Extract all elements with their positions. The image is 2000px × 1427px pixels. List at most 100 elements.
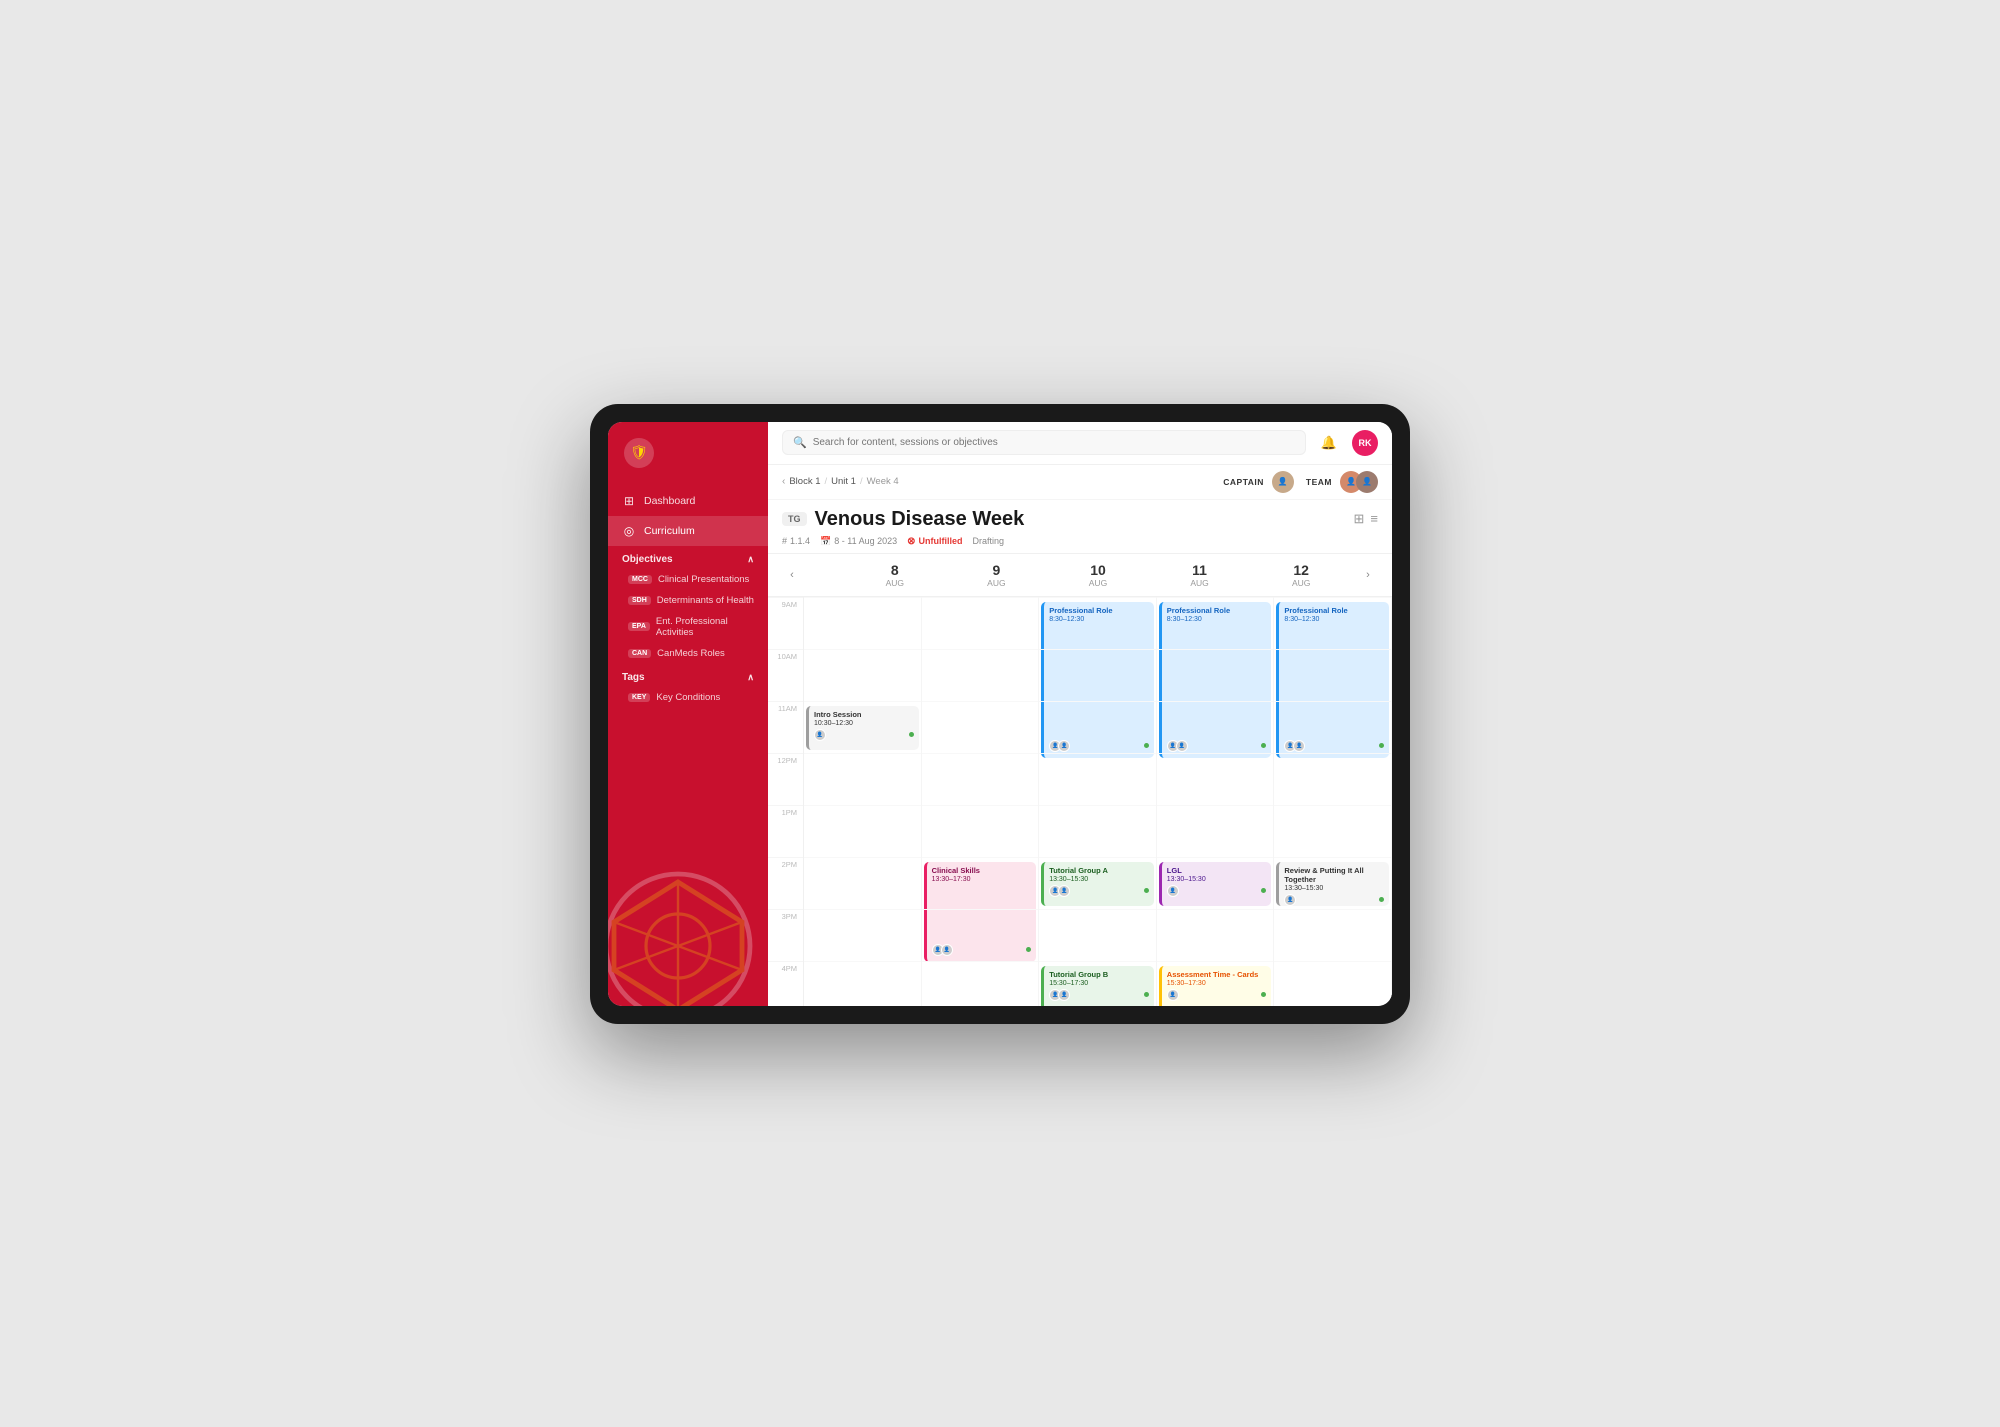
event-avatars: 👤 👤 xyxy=(1049,989,1067,1001)
hash-tag: # 1.1.4 xyxy=(782,536,810,546)
event-tutorial-a[interactable]: Tutorial Group A 13:30–15:30 👤 👤 xyxy=(1041,862,1154,906)
day-col-12: Professional Role 8:30–12:30 👤 👤 xyxy=(1274,597,1392,1006)
sidebar-item-professional-activities[interactable]: EPA Ent. Professional Activities xyxy=(608,611,768,643)
key-tag: KEY xyxy=(628,693,650,702)
event-lgl[interactable]: LGL 13:30–15:30 👤 xyxy=(1159,862,1272,906)
event-footer: 👤 xyxy=(1167,885,1267,897)
slot-7: Assessment Time - Cards 15:30–17:30 👤 xyxy=(1157,961,1274,1006)
collapse-icon[interactable]: ∧ xyxy=(747,554,754,565)
event-dot xyxy=(1379,897,1384,902)
event-time: 8:30–12:30 xyxy=(1049,616,1149,623)
time-9am: 9AM xyxy=(768,597,803,649)
search-icon: 🔍 xyxy=(793,436,807,449)
event-footer: 👤 xyxy=(1167,989,1267,1001)
slot-3 xyxy=(1039,753,1156,805)
cal-day-11: 11 AUG xyxy=(1149,560,1251,590)
event-dot xyxy=(909,732,914,737)
slot-2 xyxy=(922,701,1039,753)
curriculum-icon: ◎ xyxy=(622,524,636,538)
event-title: Professional Role xyxy=(1049,606,1149,615)
event-review[interactable]: Review & Putting It All Together 13:30–1… xyxy=(1276,862,1389,906)
cal-days-body: Intro Session 10:30–12:30 👤 xyxy=(804,597,1392,1006)
captain-label: CAPTAIN xyxy=(1223,477,1264,487)
slot-5: Clinical Skills 13:30–17:30 👤 👤 xyxy=(922,857,1039,909)
avatar-1: 👤 xyxy=(1167,885,1179,897)
event-footer: 👤 👤 xyxy=(1049,885,1149,897)
tags-collapse-icon[interactable]: ∧ xyxy=(747,672,754,683)
grid-view-button[interactable]: ⊞ xyxy=(1354,511,1365,527)
slot-4 xyxy=(1157,805,1274,857)
slot-2 xyxy=(1157,701,1274,753)
time-3pm: 3PM xyxy=(768,909,803,961)
page-title-row: TG Venous Disease Week xyxy=(782,508,1024,531)
sidebar-item-clinical-presentations[interactable]: MCC Clinical Presentations xyxy=(608,569,768,590)
search-input[interactable] xyxy=(813,437,1295,448)
slot-1 xyxy=(922,649,1039,701)
event-tutorial-b[interactable]: Tutorial Group B 15:30–17:30 👤 👤 xyxy=(1041,966,1154,1006)
objectives-label: Objectives xyxy=(622,554,673,565)
cal-day-12: 12 AUG xyxy=(1250,560,1352,590)
team-avatars: 👤 👤 xyxy=(1340,471,1378,493)
unfulfilled-badge[interactable]: ⊗ Unfulfilled xyxy=(907,536,962,547)
cal-day-label: AUG xyxy=(948,578,1046,588)
sidebar-item-curriculum[interactable]: ◎ Curriculum xyxy=(608,516,768,546)
time-11am: 11AM xyxy=(768,701,803,753)
breadcrumb-back-icon[interactable]: ‹ xyxy=(782,476,785,487)
slot-2 xyxy=(1274,701,1391,753)
breadcrumb-bar: ‹ Block 1 / Unit 1 / Week 4 CAPTAIN 👤 TE… xyxy=(768,465,1392,500)
page-title: Venous Disease Week xyxy=(815,508,1025,531)
event-title: Intro Session xyxy=(814,710,914,719)
time-4pm: 4PM xyxy=(768,961,803,1006)
avatar-1: 👤 xyxy=(814,729,826,741)
cal-day-num: 11 xyxy=(1151,562,1249,578)
event-title: LGL xyxy=(1167,866,1267,875)
list-view-button[interactable]: ≡ xyxy=(1370,511,1378,527)
sidebar-item-key-conditions[interactable]: KEY Key Conditions xyxy=(608,687,768,708)
cal-day-num: 8 xyxy=(846,562,944,578)
tablet-device: 🛡 ⊞ Dashboard ◎ Curriculum Objectives ∧ … xyxy=(590,404,1410,1024)
slot-1 xyxy=(804,649,921,701)
user-avatar[interactable]: RK xyxy=(1352,430,1378,456)
avatar-2: 👤 xyxy=(1058,885,1070,897)
cal-prev-button[interactable]: ‹ xyxy=(782,565,802,585)
can-tag: CAN xyxy=(628,649,651,658)
slot-7 xyxy=(1274,961,1391,1006)
slot-7: Tutorial Group B 15:30–17:30 👤 👤 xyxy=(1039,961,1156,1006)
cal-day-label: AUG xyxy=(1151,578,1249,588)
cal-days-header: 8 AUG 9 AUG 10 AUG 11 AU xyxy=(808,560,1352,590)
slot-0 xyxy=(804,597,921,649)
breadcrumb-block[interactable]: Block 1 xyxy=(789,476,820,487)
cal-day-num: 10 xyxy=(1049,562,1147,578)
event-time: 13:30–15:30 xyxy=(1284,885,1384,892)
day-col-10: Professional Role 8:30–12:30 👤 👤 xyxy=(1039,597,1157,1006)
team-area: TEAM 👤 👤 xyxy=(1306,471,1378,493)
event-intro-session[interactable]: Intro Session 10:30–12:30 👤 xyxy=(806,706,919,750)
cal-day-8: 8 AUG xyxy=(844,560,946,590)
main-content: 🔍 🔔 RK ‹ Block 1 / Unit 1 / Week 4 xyxy=(768,422,1392,1006)
sidebar: 🛡 ⊞ Dashboard ◎ Curriculum Objectives ∧ … xyxy=(608,422,768,1006)
breadcrumb-unit[interactable]: Unit 1 xyxy=(831,476,856,487)
notification-icon[interactable]: 🔔 xyxy=(1316,430,1342,456)
avatar-1: 👤 xyxy=(1167,989,1179,1001)
search-bar[interactable]: 🔍 xyxy=(782,430,1306,455)
cal-body: 9AM 10AM 11AM 12PM 1PM 2PM 3PM 4PM 5PM xyxy=(768,597,1392,1006)
sidebar-item-dashboard[interactable]: ⊞ Dashboard xyxy=(608,486,768,516)
sidebar-item-determinants[interactable]: SDH Determinants of Health xyxy=(608,590,768,611)
event-title: Review & Putting It All Together xyxy=(1284,866,1384,884)
event-dot xyxy=(1261,888,1266,893)
event-title: Tutorial Group A xyxy=(1049,866,1149,875)
sub-item-label: Determinants of Health xyxy=(657,595,754,606)
captain-area: CAPTAIN 👤 xyxy=(1223,471,1294,493)
sub-item-label: CanMeds Roles xyxy=(657,648,725,659)
event-title: Professional Role xyxy=(1284,606,1384,615)
slot-2: Intro Session 10:30–12:30 👤 xyxy=(804,701,921,753)
cal-day-label: AUG xyxy=(846,578,944,588)
breadcrumb-week: Week 4 xyxy=(867,476,899,487)
page-header: TG Venous Disease Week ⊞ ≡ # 1.1.4 📅 xyxy=(768,500,1392,554)
sidebar-item-canmeds[interactable]: CAN CanMeds Roles xyxy=(608,643,768,664)
cal-day-9: 9 AUG xyxy=(946,560,1048,590)
slot-2 xyxy=(1039,701,1156,753)
cal-next-button[interactable]: › xyxy=(1358,565,1378,585)
slot-1 xyxy=(1157,649,1274,701)
event-assessment[interactable]: Assessment Time - Cards 15:30–17:30 👤 xyxy=(1159,966,1272,1006)
